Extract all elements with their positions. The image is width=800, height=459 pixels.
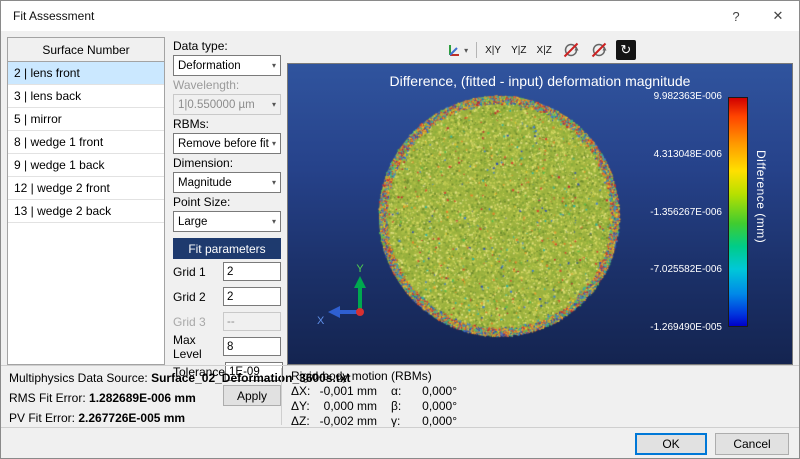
grid2-input[interactable] <box>223 287 281 306</box>
max-level-label: Max Level <box>173 333 223 361</box>
view-plane-xz-button[interactable]: X|Z <box>534 45 553 56</box>
surface-row[interactable]: 3 | lens back <box>8 85 164 108</box>
surface-table: Surface Number 2 | lens front 3 | lens b… <box>7 37 165 365</box>
window-title: Fit Assessment <box>1 9 94 23</box>
viewer-3d-canvas[interactable]: Difference, (fitted - input) deformation… <box>287 63 793 365</box>
grid3-input <box>223 312 281 331</box>
close-icon: ✕ <box>773 8 784 24</box>
spin-lock-2-button[interactable] <box>588 40 610 60</box>
rbm-values: ΔX: -0,001 mm α: 0,000° ΔY: 0,000 mm β: … <box>291 384 457 428</box>
rotate-lock-icon <box>590 41 608 59</box>
colorbar-tick-labels: 9.982363E-006 4.313048E-006 -1.356267E-0… <box>622 91 722 333</box>
dimension-select[interactable]: Magnitude ▾ <box>173 172 281 193</box>
colorbar-tick: 4.313048E-006 <box>654 149 722 160</box>
rbm-title: Rigid-body motion (RBMs) <box>291 368 457 384</box>
help-icon: ? <box>732 9 739 24</box>
point-cloud[interactable] <box>367 84 631 348</box>
grid3-label: Grid 3 <box>173 315 206 329</box>
status-panel: Multiphysics Data Source: Surface_02_Def… <box>1 365 800 427</box>
titlebar[interactable]: Fit Assessment ? ✕ <box>1 1 799 31</box>
grid1-label: Grid 1 <box>173 265 206 279</box>
x-axis-label: X <box>317 315 325 326</box>
rotate-lock-icon <box>562 41 580 59</box>
surface-row[interactable]: 13 | wedge 2 back <box>8 200 164 223</box>
help-button[interactable]: ? <box>715 1 757 31</box>
grid1-input[interactable] <box>223 262 281 281</box>
rotate-arrow-icon: ↻ <box>620 42 631 58</box>
colorbar-tick: -1.356267E-006 <box>650 207 722 218</box>
wavelength-label: Wavelength: <box>173 78 281 92</box>
surface-row[interactable]: 2 | lens front <box>8 62 164 85</box>
dimension-label: Dimension: <box>173 156 281 170</box>
data-type-label: Data type: <box>173 39 281 53</box>
view-plane-yz-button[interactable]: Y|Z <box>509 45 528 56</box>
surface-table-header: Surface Number <box>8 38 164 62</box>
fit-assessment-dialog: Fit Assessment ? ✕ Surface Number 2 | le… <box>0 0 800 459</box>
y-axis-label: Y <box>356 263 364 275</box>
colorbar-tick: -7.025582E-006 <box>650 264 722 275</box>
chevron-down-icon: ▾ <box>464 46 468 55</box>
rbms-select[interactable]: Remove before fit ▾ <box>173 133 281 154</box>
axes-triad-icon <box>446 42 462 58</box>
grid2-label: Grid 2 <box>173 290 206 304</box>
cancel-button[interactable]: Cancel <box>715 433 789 455</box>
colorbar <box>728 97 748 327</box>
surface-row[interactable]: 12 | wedge 2 front <box>8 177 164 200</box>
view-plane-xy-button[interactable]: X|Y <box>483 45 503 56</box>
viewer-panel: ▾ X|Y Y|Z X|Z ↻ <box>287 37 793 365</box>
view-orientation-button[interactable]: ▾ <box>444 40 470 60</box>
point-size-select[interactable]: Large ▾ <box>173 211 281 232</box>
colorbar-axis-label: Difference (mm) <box>754 150 768 243</box>
point-size-label: Point Size: <box>173 195 281 209</box>
ok-button[interactable]: OK <box>635 433 707 455</box>
chevron-down-icon: ▾ <box>272 139 276 148</box>
chevron-down-icon: ▾ <box>272 100 276 109</box>
surface-row[interactable]: 5 | mirror <box>8 108 164 131</box>
titlebar-buttons: ? ✕ <box>715 1 799 31</box>
wavelength-select: 1|0.550000 µm ▾ <box>173 94 281 115</box>
fit-parameters-header: Fit parameters <box>173 238 281 259</box>
colorbar-tick: 9.982363E-006 <box>654 91 722 102</box>
spin-lock-1-button[interactable] <box>560 40 582 60</box>
rbm-section: Rigid-body motion (RBMs) ΔX: -0,001 mm α… <box>291 368 457 428</box>
status-divider <box>281 368 282 425</box>
data-type-select[interactable]: Deformation ▾ <box>173 55 281 76</box>
chevron-down-icon: ▾ <box>272 217 276 226</box>
rms-fit-error-value: 1.282689E-006 mm <box>89 391 196 405</box>
close-button[interactable]: ✕ <box>757 1 799 31</box>
colorbar-tick: -1.269490E-005 <box>650 322 722 333</box>
surface-row[interactable]: 9 | wedge 1 back <box>8 154 164 177</box>
pv-fit-error-value: 2.267726E-005 mm <box>78 411 185 425</box>
surface-row[interactable]: 8 | wedge 1 front <box>8 131 164 154</box>
chevron-down-icon: ▾ <box>272 61 276 70</box>
viewer-toolbar: ▾ X|Y Y|Z X|Z ↻ <box>287 37 793 63</box>
chevron-down-icon: ▾ <box>272 178 276 187</box>
footer: OK Cancel <box>1 427 800 459</box>
max-level-input[interactable] <box>223 337 281 356</box>
controls-panel: Data type: Deformation ▾ Wavelength: 1|0… <box>173 37 281 406</box>
rbms-label: RBMs: <box>173 117 281 131</box>
axis-triad-gizmo: Y X <box>316 262 376 326</box>
z-axis-dot <box>356 308 364 316</box>
toolbar-separator <box>476 42 477 58</box>
reset-rotation-button[interactable]: ↻ <box>616 40 636 60</box>
